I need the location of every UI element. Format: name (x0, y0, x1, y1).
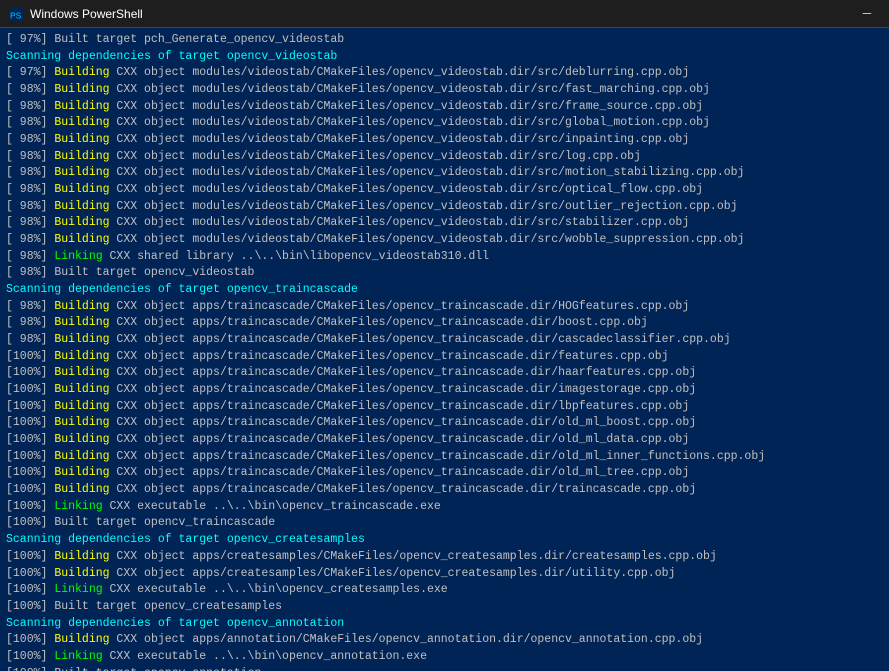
minimize-button[interactable]: — (853, 4, 881, 24)
terminal-line: Scanning dependencies of target opencv_v… (6, 49, 883, 66)
terminal-line: [100%] Building CXX object apps/traincas… (6, 449, 883, 466)
terminal-line: [100%] Building CXX object apps/annotati… (6, 632, 883, 649)
terminal-line: [ 98%] Building CXX object modules/video… (6, 99, 883, 116)
terminal-line: Scanning dependencies of target opencv_t… (6, 282, 883, 299)
terminal-line: [100%] Building CXX object apps/traincas… (6, 415, 883, 432)
terminal-line: [100%] Linking CXX executable ..\..\bin\… (6, 649, 883, 666)
terminal-output: [ 97%] Built target pch_Generate_opencv_… (0, 28, 889, 671)
terminal-line: [100%] Building CXX object apps/traincas… (6, 365, 883, 382)
terminal-line: [100%] Built target opencv_traincascade (6, 515, 883, 532)
terminal-line: [ 98%] Building CXX object apps/traincas… (6, 332, 883, 349)
terminal-line: [100%] Linking CXX executable ..\..\bin\… (6, 499, 883, 516)
terminal-line: [ 98%] Building CXX object modules/video… (6, 199, 883, 216)
titlebar-controls: — (853, 4, 881, 24)
terminal-line: [100%] Building CXX object apps/traincas… (6, 382, 883, 399)
terminal-line: [100%] Building CXX object apps/traincas… (6, 349, 883, 366)
terminal-line: [100%] Building CXX object apps/traincas… (6, 432, 883, 449)
terminal-line: [ 97%] Building CXX object modules/video… (6, 65, 883, 82)
terminal-line: [ 98%] Building CXX object modules/video… (6, 115, 883, 132)
terminal-line: [100%] Building CXX object apps/createsa… (6, 566, 883, 583)
terminal-line: [ 98%] Building CXX object apps/traincas… (6, 315, 883, 332)
terminal-line: [100%] Built target opencv_createsamples (6, 599, 883, 616)
terminal-line: Scanning dependencies of target opencv_a… (6, 616, 883, 633)
terminal-line: [100%] Linking CXX executable ..\..\bin\… (6, 582, 883, 599)
terminal-line: [ 98%] Building CXX object apps/traincas… (6, 299, 883, 316)
terminal-line: [100%] Building CXX object apps/traincas… (6, 465, 883, 482)
terminal-line: [ 98%] Building CXX object modules/video… (6, 232, 883, 249)
titlebar: PS Windows PowerShell — (0, 0, 889, 28)
titlebar-title: Windows PowerShell (30, 7, 853, 21)
terminal-line: [ 98%] Building CXX object modules/video… (6, 182, 883, 199)
terminal-line: [ 98%] Built target opencv_videostab (6, 265, 883, 282)
terminal-line: [100%] Building CXX object apps/createsa… (6, 549, 883, 566)
window: PS Windows PowerShell — [ 97%] Built tar… (0, 0, 889, 671)
terminal-line: [ 98%] Linking CXX shared library ..\..\… (6, 249, 883, 266)
terminal-line: [ 98%] Building CXX object modules/video… (6, 165, 883, 182)
terminal-line: [ 98%] Building CXX object modules/video… (6, 149, 883, 166)
terminal-line: [ 98%] Building CXX object modules/video… (6, 132, 883, 149)
svg-text:PS: PS (10, 10, 22, 21)
terminal-line: [ 98%] Building CXX object modules/video… (6, 215, 883, 232)
terminal-line: [100%] Built target opencv_annotation (6, 666, 883, 671)
terminal-line: [ 97%] Built target pch_Generate_opencv_… (6, 32, 883, 49)
terminal-line: [100%] Building CXX object apps/traincas… (6, 399, 883, 416)
terminal-line: Scanning dependencies of target opencv_c… (6, 532, 883, 549)
powershell-icon: PS (8, 6, 24, 22)
terminal-line: [100%] Building CXX object apps/traincas… (6, 482, 883, 499)
terminal-line: [ 98%] Building CXX object modules/video… (6, 82, 883, 99)
